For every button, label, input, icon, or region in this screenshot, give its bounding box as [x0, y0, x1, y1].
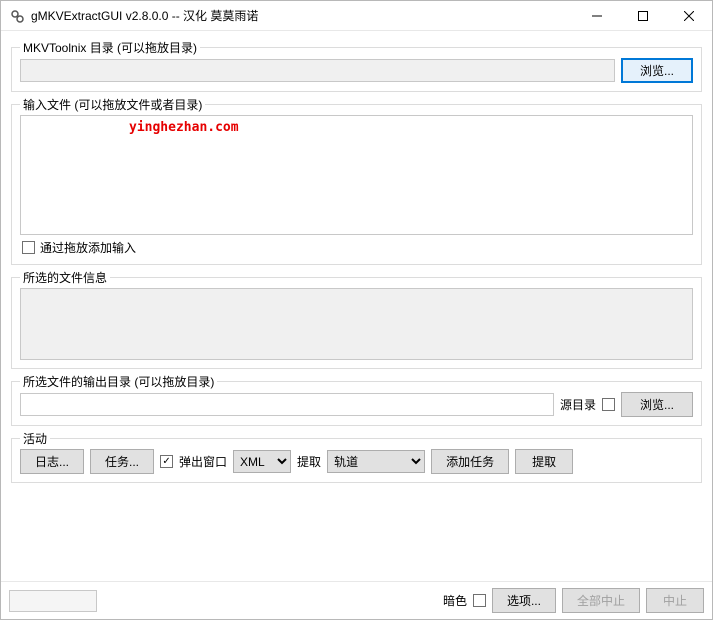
- content-area: MKVToolnix 目录 (可以拖放目录) 浏览... 输入文件 (可以拖放文…: [1, 31, 712, 581]
- add-task-button[interactable]: 添加任务: [431, 449, 509, 474]
- window-title: gMKVExtractGUI v2.8.0.0 -- 汉化 莫莫雨诺: [31, 7, 574, 24]
- input-files-group-label: 输入文件 (可以拖放文件或者目录): [20, 96, 205, 113]
- titlebar: gMKVExtractGUI v2.8.0.0 -- 汉化 莫莫雨诺: [1, 1, 712, 31]
- log-button[interactable]: 日志...: [20, 449, 84, 474]
- app-icon: [9, 8, 25, 24]
- track-select[interactable]: 轨道: [327, 450, 425, 473]
- options-button[interactable]: 选项...: [492, 588, 556, 613]
- input-files-group: 输入文件 (可以拖放文件或者目录) yinghezhan.com 通过拖放添加输…: [11, 104, 702, 265]
- mkvtoolnix-browse-button[interactable]: 浏览...: [621, 58, 693, 83]
- mkvtoolnix-group: MKVToolnix 目录 (可以拖放目录) 浏览...: [11, 47, 702, 92]
- mkvtoolnix-group-label: MKVToolnix 目录 (可以拖放目录): [20, 39, 200, 56]
- watermark-text: yinghezhan.com: [129, 120, 239, 135]
- activity-group: 活动 日志... 任务... ✓ 弹出窗口 XML 提取 轨道 添加任务 提取: [11, 438, 702, 483]
- add-by-drag-label: 通过拖放添加输入: [40, 239, 136, 256]
- output-dir-group: 所选文件的输出目录 (可以拖放目录) 源目录 浏览...: [11, 381, 702, 426]
- xml-select[interactable]: XML: [233, 450, 291, 473]
- minimize-button[interactable]: [574, 1, 620, 31]
- add-by-drag-checkbox[interactable]: [22, 241, 35, 254]
- tasks-button[interactable]: 任务...: [90, 449, 154, 474]
- extract-button[interactable]: 提取: [515, 449, 573, 474]
- popup-checkbox[interactable]: ✓: [160, 455, 173, 468]
- file-info-box: [20, 288, 693, 360]
- file-info-group-label: 所选的文件信息: [20, 269, 110, 286]
- output-dir-group-label: 所选文件的输出目录 (可以拖放目录): [20, 373, 217, 390]
- activity-group-label: 活动: [20, 430, 50, 447]
- footer-bar: 暗色 选项... 全部中止 中止: [1, 581, 712, 619]
- abort-all-button[interactable]: 全部中止: [562, 588, 640, 613]
- dark-mode-label: 暗色: [443, 592, 467, 609]
- mkvtoolnix-path-input[interactable]: [20, 59, 615, 82]
- maximize-button[interactable]: [620, 1, 666, 31]
- close-button[interactable]: [666, 1, 712, 31]
- source-dir-checkbox[interactable]: [602, 398, 615, 411]
- dark-mode-checkbox[interactable]: [473, 594, 486, 607]
- output-browse-button[interactable]: 浏览...: [621, 392, 693, 417]
- abort-button[interactable]: 中止: [646, 588, 704, 613]
- source-dir-label: 源目录: [560, 396, 596, 413]
- input-files-list[interactable]: yinghezhan.com: [20, 115, 693, 235]
- app-window: gMKVExtractGUI v2.8.0.0 -- 汉化 莫莫雨诺 MKVTo…: [0, 0, 713, 620]
- progress-indicator: [9, 590, 97, 612]
- popup-label: 弹出窗口: [179, 453, 227, 470]
- extract-label: 提取: [297, 453, 321, 470]
- output-dir-input[interactable]: [20, 393, 554, 416]
- file-info-group: 所选的文件信息: [11, 277, 702, 369]
